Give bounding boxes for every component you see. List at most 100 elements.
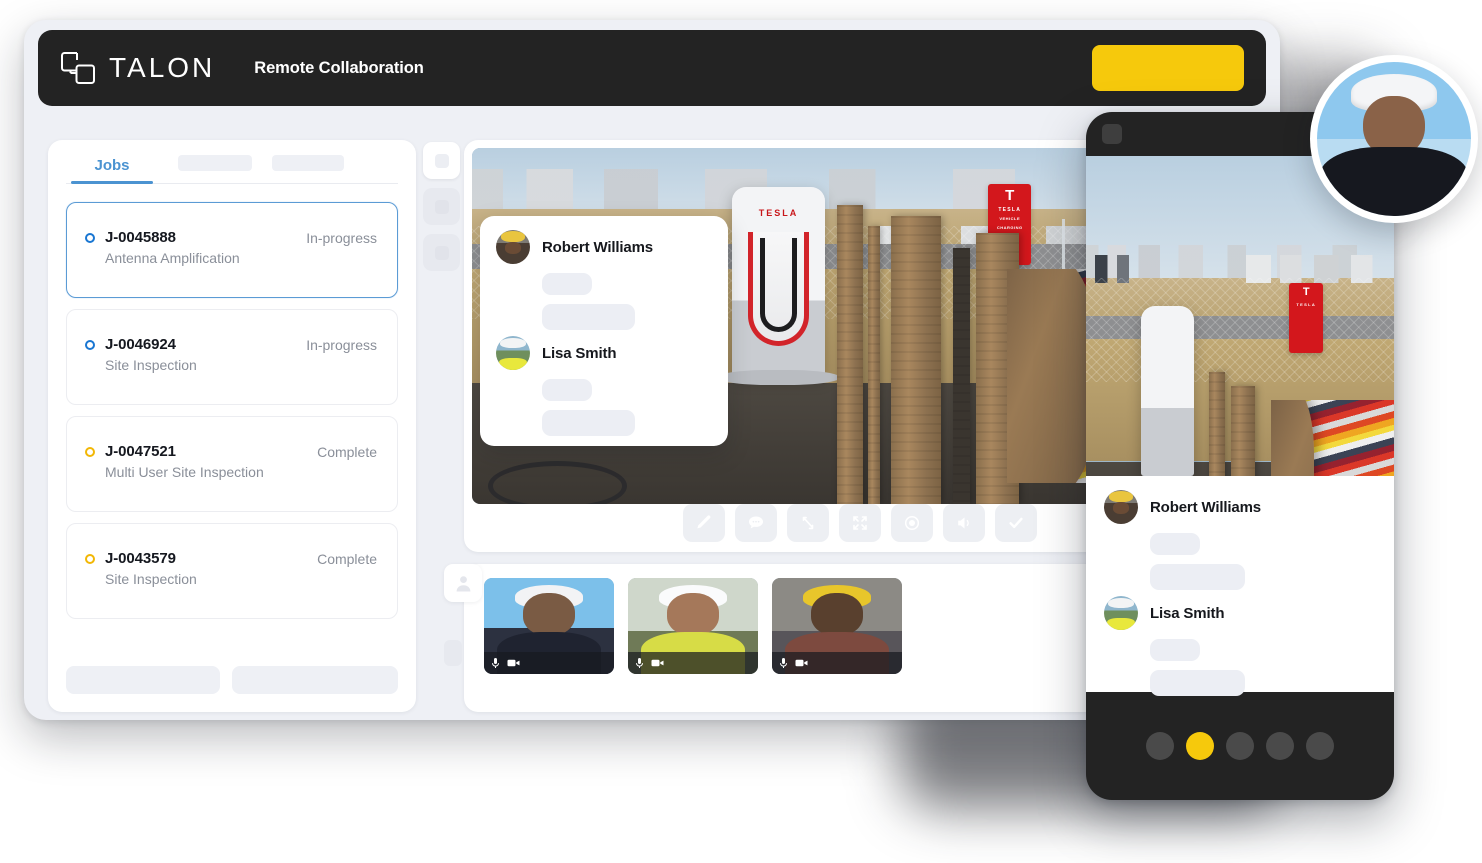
hero-avatar-image: [1317, 62, 1471, 216]
phone-bottom-nav: [1086, 692, 1394, 800]
status-dot-icon: [85, 446, 95, 457]
avatar: [1104, 596, 1138, 630]
chat-bubble-placeholder: [542, 304, 635, 330]
job-card-header: J-0047521 Complete: [85, 443, 377, 460]
brand: TALON Remote Collaboration: [60, 51, 424, 85]
nav-dot-4[interactable]: [1266, 732, 1294, 760]
mic-icon: [636, 658, 643, 668]
wooden-plank: [891, 215, 942, 504]
participant-thumbnail[interactable]: [628, 578, 758, 674]
nav-dot-3[interactable]: [1226, 732, 1254, 760]
chat-message: Robert Williams: [496, 230, 712, 330]
tab-jobs[interactable]: Jobs: [66, 157, 158, 184]
square-glyph-icon: [434, 199, 449, 214]
nav-dot-1[interactable]: [1146, 732, 1174, 760]
chat-overlay-panel: Robert Williams Lisa Smith: [480, 216, 728, 446]
wooden-plank: [867, 226, 881, 504]
resize-diagonal-icon[interactable]: [787, 504, 829, 542]
footer-button-placeholder-2[interactable]: [232, 666, 398, 694]
job-id: J-0046924: [105, 336, 176, 353]
wooden-plank-dark: [953, 247, 971, 504]
chat-bubble-placeholder: [1150, 564, 1245, 590]
job-description: Site Inspection: [105, 571, 197, 587]
chat-sender-name: Lisa Smith: [1150, 604, 1225, 622]
chat-sender-name: Robert Williams: [1150, 498, 1261, 516]
chat-bubble-placeholder: [542, 273, 592, 295]
thumbnail-status-bar: [772, 652, 902, 674]
job-card[interactable]: J-0046924 In-progress Site Inspection: [66, 309, 398, 405]
participant-thumbnail[interactable]: [772, 578, 902, 674]
job-list: J-0045888 In-progress Antenna Amplificat…: [66, 184, 398, 619]
status-dot-icon: [85, 339, 95, 350]
jobs-tabs: Jobs: [66, 140, 398, 184]
header-cta-button[interactable]: [1092, 45, 1244, 91]
square-glyph-icon: [434, 245, 449, 260]
tool-rail: [423, 142, 460, 271]
brand-name: TALON: [109, 52, 216, 83]
rail-button-3[interactable]: [423, 234, 460, 271]
chat-sender-name: Robert Williams: [542, 238, 653, 256]
chat-message: Lisa Smith: [1104, 596, 1376, 696]
footer-button-placeholder-1[interactable]: [66, 666, 221, 694]
chat-bubble-placeholder: [542, 379, 592, 401]
nav-dot-5[interactable]: [1306, 732, 1334, 760]
charger-cable: [759, 238, 798, 333]
camera-icon: [795, 659, 808, 667]
scroll-handle[interactable]: [444, 640, 462, 666]
nav-dot-2[interactable]: [1186, 732, 1214, 760]
chat-message: Lisa Smith: [496, 336, 712, 436]
spool-wooden-disc: [1007, 269, 1092, 483]
annotate-pencil-icon[interactable]: [683, 504, 725, 542]
rail-button-1[interactable]: [423, 142, 460, 179]
status-dot-icon: [85, 232, 95, 243]
job-description: Antenna Amplification: [105, 250, 240, 266]
chat-bubble-icon[interactable]: [735, 504, 777, 542]
sign-line-1: VEHICLE: [999, 215, 1021, 221]
square-glyph-icon: [434, 153, 449, 168]
avatar: [496, 336, 530, 370]
fullscreen-expand-icon[interactable]: [839, 504, 881, 542]
job-status: In-progress: [306, 336, 377, 353]
chat-message-header: Robert Williams: [496, 230, 712, 264]
job-card[interactable]: J-0047521 Complete Multi User Site Inspe…: [66, 416, 398, 512]
check-icon[interactable]: [995, 504, 1037, 542]
header-subtitle: Remote Collaboration: [254, 58, 424, 77]
job-description: Site Inspection: [105, 357, 197, 373]
participant-thumbnail[interactable]: [484, 578, 614, 674]
job-id: J-0043579: [105, 550, 176, 567]
chat-message: Robert Williams: [1104, 490, 1376, 590]
thumbnail-status-bar: [484, 652, 614, 674]
thumbnail-status-bar: [628, 652, 758, 674]
camera-icon: [507, 659, 520, 667]
charger-base: [717, 370, 840, 386]
job-card-header: J-0045888 In-progress: [85, 229, 377, 246]
person-icon[interactable]: [444, 564, 482, 602]
speaker-icon[interactable]: [943, 504, 985, 542]
chat-bubble-placeholder: [1150, 533, 1200, 555]
wooden-plank: [836, 204, 864, 504]
chat-sender-name: Lisa Smith: [542, 344, 617, 362]
hero-avatar: [1310, 55, 1478, 223]
job-status: Complete: [317, 443, 377, 460]
sign-line-2: CHARGING: [996, 224, 1023, 230]
job-card[interactable]: J-0043579 Complete Site Inspection: [66, 523, 398, 619]
composition-stage: TALON Remote Collaboration Jobs J-004588…: [0, 0, 1482, 863]
chat-bubble-placeholder: [1150, 639, 1200, 661]
job-card-header: J-0043579 Complete: [85, 550, 377, 567]
jobs-panel-footer: [66, 666, 398, 694]
mic-icon: [780, 658, 787, 668]
tab-placeholder-2[interactable]: [272, 155, 344, 171]
job-card[interactable]: J-0045888 In-progress Antenna Amplificat…: [66, 202, 398, 298]
avatar: [496, 230, 530, 264]
rail-button-2[interactable]: [423, 188, 460, 225]
chat-message-header: Lisa Smith: [496, 336, 712, 370]
menu-square-icon[interactable]: [1102, 124, 1122, 144]
job-status: In-progress: [306, 229, 377, 246]
camera-icon: [651, 659, 664, 667]
talon-logo-icon: [60, 51, 96, 85]
chat-message-header: Lisa Smith: [1104, 596, 1376, 630]
avatar: [1104, 490, 1138, 524]
record-target-icon[interactable]: [891, 504, 933, 542]
job-card-header: J-0046924 In-progress: [85, 336, 377, 353]
tab-placeholder-1[interactable]: [178, 155, 252, 171]
